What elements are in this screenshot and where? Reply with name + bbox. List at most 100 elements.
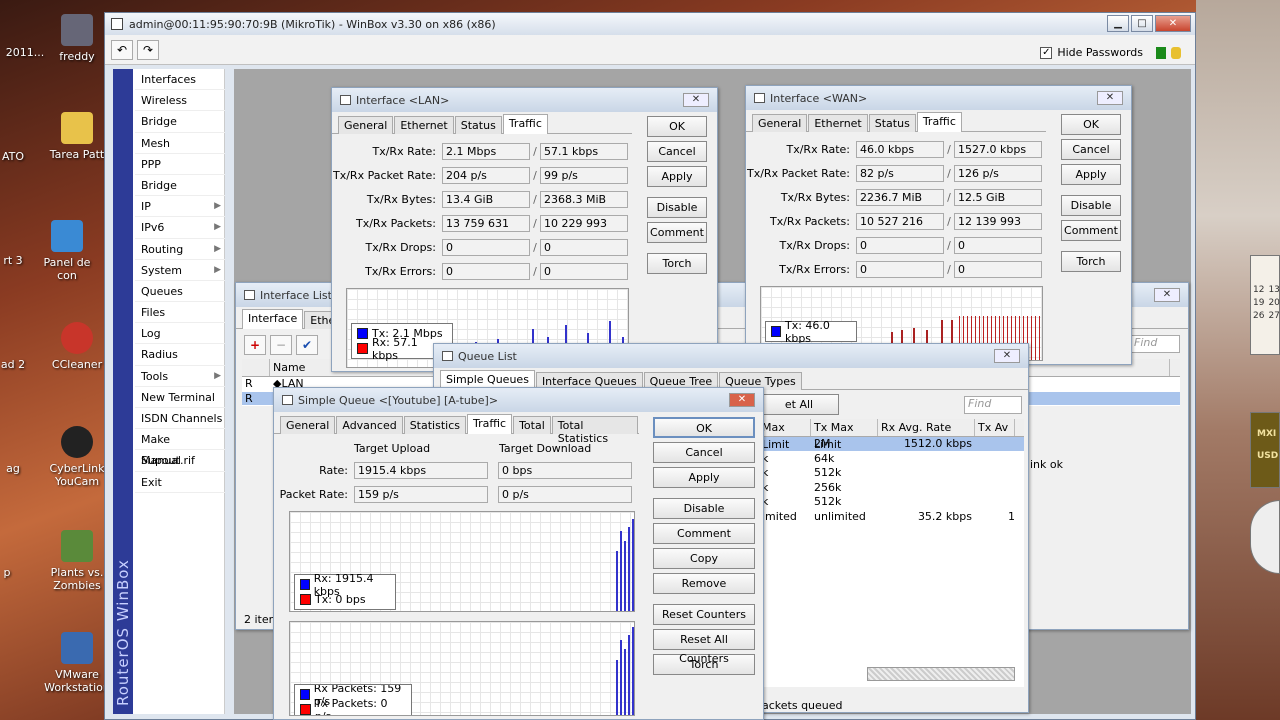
- tab-traffic[interactable]: Traffic: [467, 414, 513, 434]
- tab-statistics[interactable]: Statistics: [403, 416, 466, 434]
- torch-button[interactable]: Torch: [1061, 251, 1121, 272]
- find-input[interactable]: Find: [964, 396, 1022, 414]
- desktop-icon[interactable]: ATO: [0, 150, 48, 163]
- menu-item-mesh[interactable]: Mesh: [135, 133, 225, 154]
- menu-item-system[interactable]: System ▶: [135, 260, 225, 281]
- menu-item-bridge-2[interactable]: Bridge: [135, 175, 225, 197]
- minimize-button[interactable]: ▁: [1107, 15, 1129, 32]
- close-icon[interactable]: ✕: [1097, 91, 1123, 105]
- desktop-icon-ccleaner[interactable]: CCleaner: [42, 322, 112, 371]
- reset-all-counters-button[interactable]: et All Counters: [759, 394, 839, 430]
- redo-icon[interactable]: ↷: [137, 39, 159, 60]
- comment-button[interactable]: Comment: [647, 222, 707, 243]
- tab-advanced[interactable]: Advanced: [336, 416, 403, 434]
- tab-status[interactable]: Status: [454, 116, 502, 134]
- reset-counters-button[interactable]: Reset Counters: [653, 604, 755, 625]
- menu-item-supout[interactable]: Make Supout.rif: [135, 429, 225, 467]
- close-icon[interactable]: ✕: [994, 349, 1020, 363]
- desktop-icon-plants[interactable]: Plants vs. Zombies: [42, 530, 112, 592]
- cancel-button[interactable]: Cancel: [647, 141, 707, 162]
- graph-bar: [632, 627, 634, 715]
- find-input[interactable]: Find: [1130, 335, 1180, 353]
- remove-icon[interactable]: −: [270, 335, 292, 355]
- field-label: Tx/Rx Packet Rate:: [333, 169, 436, 182]
- window-title: Interface List: [260, 288, 332, 302]
- disable-button[interactable]: Disable: [647, 197, 707, 218]
- desktop-icon-youcam[interactable]: CyberLink YouCam: [42, 426, 112, 488]
- tab-ethernet[interactable]: Ethernet: [808, 114, 868, 132]
- disable-button[interactable]: Disable: [653, 498, 755, 519]
- ok-button[interactable]: OK: [1061, 114, 1121, 135]
- menu-item-ip[interactable]: IP ▶: [135, 196, 225, 218]
- close-icon[interactable]: ✕: [729, 393, 755, 407]
- menu-item-wireless[interactable]: Wireless: [135, 90, 225, 112]
- calendar-gadget[interactable]: 12 13 19 20 26 27: [1250, 255, 1280, 355]
- desktop-icon-tarea[interactable]: Tarea Patt: [42, 112, 112, 161]
- torch-button[interactable]: Torch: [647, 253, 707, 274]
- tab-total[interactable]: Total: [513, 416, 551, 434]
- tab-traffic[interactable]: Traffic: [916, 112, 962, 132]
- apply-button[interactable]: Apply: [1061, 164, 1121, 185]
- desktop-icon[interactable]: ag: [0, 462, 48, 475]
- tab-general[interactable]: General: [752, 114, 808, 132]
- tab-interface[interactable]: Interface: [242, 309, 304, 329]
- desktop-icon-freddy[interactable]: freddy: [42, 14, 112, 63]
- cancel-button[interactable]: Cancel: [1061, 139, 1121, 160]
- rx-value: 99 p/s: [540, 167, 628, 184]
- apply-button[interactable]: Apply: [647, 166, 707, 187]
- close-icon[interactable]: ✕: [683, 93, 709, 107]
- cancel-button[interactable]: Cancel: [653, 442, 755, 463]
- desktop-icon-vmware[interactable]: VMware Workstation: [42, 632, 112, 694]
- menu-item-manual[interactable]: Manual: [135, 450, 225, 472]
- menu-item-log[interactable]: Log: [135, 323, 225, 345]
- ok-button[interactable]: OK: [653, 417, 755, 438]
- tab-traffic[interactable]: Traffic: [502, 114, 548, 134]
- undo-icon[interactable]: ↶: [111, 39, 133, 60]
- hide-passwords-checkbox[interactable]: ✓: [1040, 46, 1053, 59]
- menu-item-new-terminal[interactable]: New Terminal: [135, 387, 225, 408]
- menu-item-routing[interactable]: Routing ▶: [135, 239, 225, 260]
- menu-item-ppp[interactable]: PPP: [135, 154, 225, 175]
- desktop-icon-panel[interactable]: Panel de con: [32, 220, 102, 282]
- tab-total-statistics[interactable]: Total Statistics: [551, 416, 638, 445]
- tab-general[interactable]: General: [280, 416, 336, 434]
- tab-general[interactable]: General: [338, 116, 394, 134]
- menu-item-tools[interactable]: Tools ▶: [135, 366, 225, 387]
- enable-icon[interactable]: ✔: [296, 335, 318, 355]
- copy-button[interactable]: Copy: [653, 548, 755, 569]
- desktop-icon[interactable]: p: [0, 566, 42, 579]
- menu-item-isdn[interactable]: ISDN Channels: [135, 408, 225, 430]
- menu-item-exit[interactable]: Exit: [135, 472, 225, 493]
- menu-item-queues[interactable]: Queues: [135, 281, 225, 303]
- disable-button[interactable]: Disable: [1061, 195, 1121, 216]
- table-row[interactable]: k 512k: [759, 466, 1024, 481]
- graph-bar: [628, 635, 630, 715]
- reset-all-counters-button[interactable]: Reset All Counters: [653, 629, 755, 665]
- tab-ethernet[interactable]: Ethernet: [394, 116, 454, 134]
- maximize-button[interactable]: □: [1131, 15, 1153, 32]
- table-row[interactable]: 2M 1512.0 kbps: [759, 437, 1024, 452]
- add-icon[interactable]: +: [244, 335, 266, 355]
- col-max-limit: Max Limit: [759, 419, 811, 451]
- menu-item-files[interactable]: Files: [135, 302, 225, 324]
- comment-button[interactable]: Comment: [1061, 220, 1121, 241]
- ok-button[interactable]: OK: [647, 116, 707, 137]
- torch-button[interactable]: Torch: [653, 654, 755, 675]
- menu-item-interfaces[interactable]: Interfaces: [135, 69, 225, 91]
- comment-button[interactable]: Comment: [653, 523, 755, 544]
- table-row[interactable]: k 512k: [759, 495, 1024, 510]
- table-row[interactable]: k 256k: [759, 481, 1024, 495]
- currency-gadget[interactable]: MXI USD: [1250, 412, 1280, 488]
- close-icon[interactable]: ✕: [1154, 288, 1180, 302]
- horizontal-scrollbar[interactable]: [867, 667, 1015, 681]
- tab-status[interactable]: Status: [868, 114, 916, 132]
- remove-button[interactable]: Remove: [653, 573, 755, 594]
- menu-item-ipv6[interactable]: IPv6 ▶: [135, 217, 225, 239]
- menu-item-bridge[interactable]: Bridge: [135, 111, 225, 133]
- table-row[interactable]: imited unlimited 35.2 kbps 1: [759, 510, 1024, 524]
- close-button[interactable]: ✕: [1155, 15, 1191, 32]
- apply-button[interactable]: Apply: [653, 467, 755, 488]
- menu-item-radius[interactable]: Radius: [135, 344, 225, 366]
- desktop-icon[interactable]: ad 2: [0, 358, 48, 371]
- table-row[interactable]: k 64k: [759, 452, 1024, 466]
